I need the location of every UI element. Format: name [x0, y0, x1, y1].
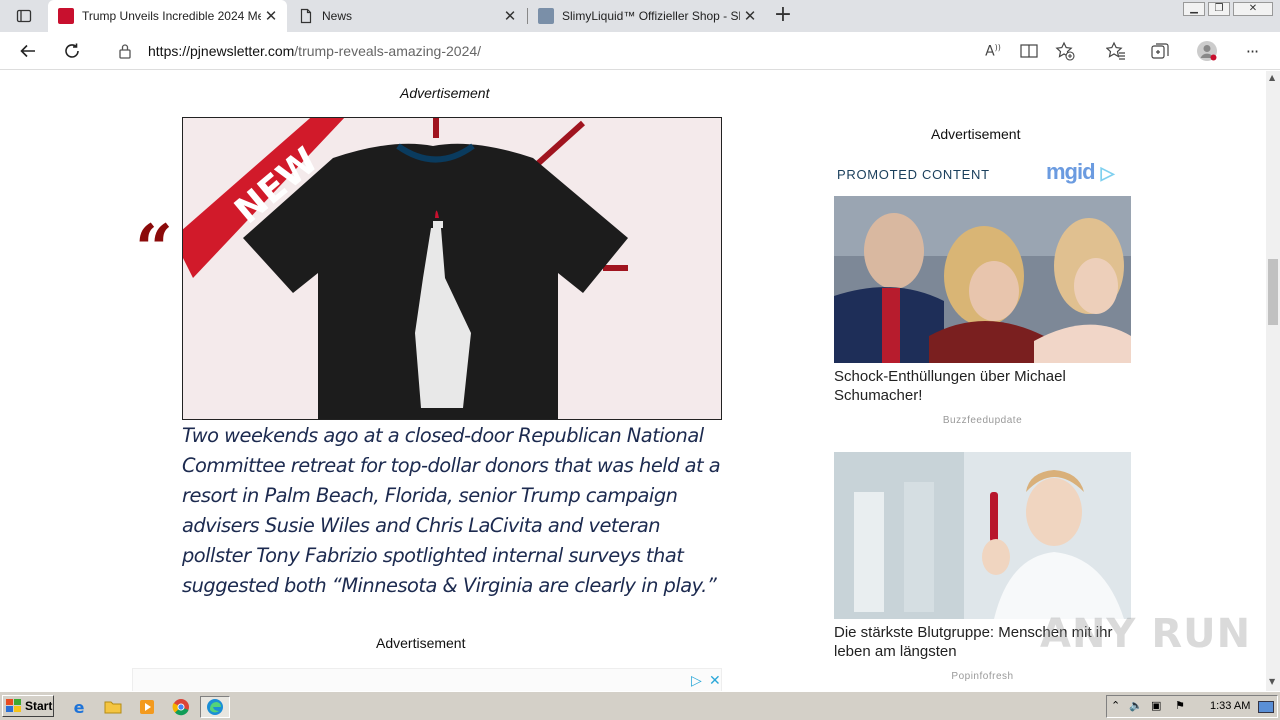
start-label: Start [25, 699, 53, 713]
system-tray: ⌃ 🔈 ▣ ⚑ [1106, 695, 1278, 718]
web-page: Advertisement NEW “ Two weekends ago at … [0, 71, 1266, 691]
promo-card-source-2[interactable]: Popinfofresh [834, 671, 1131, 682]
tab-title: Trump Unveils Incredible 2024 Me [82, 9, 261, 23]
volume-icon[interactable]: 🔈 [1129, 699, 1143, 712]
media-player-icon[interactable] [136, 696, 158, 718]
refresh-button[interactable] [57, 36, 87, 66]
close-ad-icon[interactable]: ✕ [709, 673, 721, 689]
advertisement-label: Advertisement [400, 85, 490, 101]
mgid-logo-text: mgid [1046, 159, 1096, 184]
action-center-flag-icon[interactable]: ⚑ [1175, 699, 1185, 712]
tab-actions-button[interactable] [8, 4, 40, 28]
lock-icon[interactable] [118, 43, 132, 63]
start-button[interactable]: Start [2, 695, 54, 717]
anyrun-watermark: ANY RUN [1040, 611, 1252, 657]
minimize-button[interactable]: ▁ [1183, 2, 1205, 16]
folder-icon[interactable] [102, 696, 124, 718]
collections-icon[interactable] [1150, 41, 1170, 61]
pjnewsletter-favicon-icon [58, 8, 74, 24]
tshirt-ad-image[interactable]: NEW [182, 117, 722, 420]
url-text[interactable]: https://pjnewsletter.com/trump-reveals-a… [148, 43, 481, 59]
network-icon[interactable]: ▣ [1151, 699, 1161, 712]
back-button[interactable] [13, 36, 43, 66]
chrome-icon[interactable] [170, 696, 192, 718]
scroll-up-arrow-icon[interactable]: ▲ [1269, 73, 1275, 82]
tab-slimyliquid[interactable]: SlimyLiquid™ Offizieller Shop - Sl ✕ [528, 0, 766, 32]
profile-avatar[interactable] [1196, 40, 1218, 62]
close-tab-icon[interactable]: ✕ [740, 6, 760, 26]
close-tab-icon[interactable]: ✕ [500, 6, 520, 26]
page-icon [298, 8, 314, 24]
windows-logo-icon [6, 699, 21, 712]
read-aloud-icon[interactable]: A)) [983, 41, 1003, 61]
add-favorite-icon[interactable] [1055, 41, 1075, 61]
promoted-content-label: PROMOTED CONTENT [837, 167, 990, 182]
tab-news[interactable]: News ✕ [288, 0, 526, 32]
tab-actions-icon [16, 9, 32, 23]
scroll-down-arrow-icon[interactable]: ▼ [1269, 677, 1275, 686]
new-tab-button[interactable]: + [770, 4, 796, 28]
promo-card-source-1[interactable]: Buzzfeedupdate [834, 415, 1131, 426]
vertical-scrollbar[interactable]: ▲ ▼ [1266, 71, 1280, 691]
edge-icon [207, 699, 223, 715]
windows-taskbar: Start e ⌃ 🔈 ▣ ⚑ 1:33 AM [0, 691, 1280, 720]
ie-icon[interactable]: e [68, 696, 90, 718]
address-bar-row: https://pjnewsletter.com/trump-reveals-a… [0, 32, 1280, 70]
tshirt-illustration: NEW [183, 118, 721, 419]
close-tab-icon[interactable]: ✕ [261, 6, 281, 26]
edge-taskbar-button[interactable] [200, 696, 230, 718]
promo-card-title-1[interactable]: Schock-Enthüllungen über Michael Schumac… [834, 367, 1134, 405]
bottom-ad-slot[interactable]: ▷ ✕ [132, 668, 722, 691]
url-field[interactable]: https://pjnewsletter.com/trump-reveals-a… [102, 36, 1082, 66]
more-menu-icon[interactable]: ··· [1242, 41, 1262, 61]
refresh-icon [65, 43, 79, 58]
promo-card-image-2[interactable] [834, 452, 1131, 619]
sidebar-advertisement-label: Advertisement [931, 126, 1021, 142]
back-arrow-icon [20, 44, 35, 58]
tab-title: SlimyLiquid™ Offizieller Shop - Sl [562, 9, 740, 23]
lab-blood-sample-photo [834, 452, 1131, 619]
close-window-button[interactable]: ✕ [1233, 2, 1273, 16]
tab-trump[interactable]: Trump Unveils Incredible 2024 Me ✕ [48, 0, 287, 32]
url-path: /trump-reveals-amazing-2024/ [294, 43, 482, 59]
show-desktop-icon[interactable] [1258, 701, 1274, 713]
immersive-reader-icon[interactable] [1019, 41, 1039, 61]
favorites-icon[interactable] [1106, 41, 1126, 61]
promo-card-image-1[interactable] [834, 196, 1131, 363]
adchoices-icon[interactable]: ▷ [691, 673, 702, 689]
article-paragraph: Two weekends ago at a closed-door Republ… [182, 424, 721, 597]
tab-title: News [322, 9, 353, 23]
mgid-play-icon: ▷ [1100, 163, 1115, 183]
people-crying-photo [834, 196, 1131, 363]
quote-mark: “ [135, 210, 173, 288]
slimyliquid-favicon-icon [538, 8, 554, 24]
url-domain: https://pjnewsletter.com [148, 43, 295, 59]
tray-expand-icon[interactable]: ⌃ [1111, 699, 1120, 712]
tab-strip: Trump Unveils Incredible 2024 Me ✕ News … [0, 0, 1280, 32]
mgid-logo[interactable]: mgid ▷ [1046, 159, 1115, 185]
taskbar-clock[interactable]: 1:33 AM [1210, 700, 1250, 712]
restore-button[interactable]: ❐ [1208, 2, 1230, 16]
scrollbar-thumb[interactable] [1268, 259, 1278, 325]
advertisement-label: Advertisement [376, 635, 466, 651]
